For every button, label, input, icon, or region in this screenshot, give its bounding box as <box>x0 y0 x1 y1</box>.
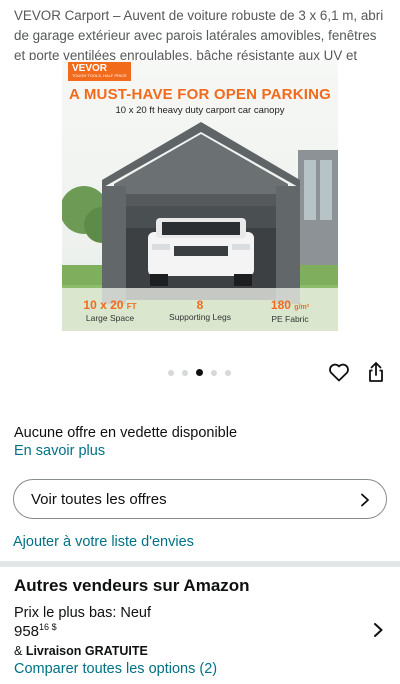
spec-size: 10 x 20 FT Large Space <box>83 298 137 324</box>
no-featured-offer-text: Aucune offre en vedette disponible <box>14 425 238 441</box>
add-to-wishlist-link[interactable]: Ajouter à votre liste d'envies <box>13 534 194 550</box>
share-icon[interactable] <box>364 360 388 384</box>
carousel-indicator <box>168 369 231 376</box>
compare-options-link[interactable]: Comparer toutes les options (2) <box>14 661 217 677</box>
carousel-dot[interactable] <box>211 369 217 376</box>
chevron-right-icon[interactable] <box>372 622 384 638</box>
lowest-price-label: Prix le plus bas: Neuf <box>14 605 152 621</box>
see-all-offers-label: Voir toutes les offres <box>31 491 167 508</box>
lowest-price: 95816 $ <box>14 622 57 640</box>
see-all-offers-button[interactable]: Voir toutes les offres <box>13 479 387 519</box>
brand-logo: VEVOR TOUGH TOOLS, HALF PRICE <box>68 62 131 81</box>
carousel-dot[interactable] <box>168 369 174 376</box>
image-subhead: 10 x 20 ft heavy duty carport car canopy <box>115 105 285 116</box>
learn-more-link[interactable]: En savoir plus <box>14 443 105 459</box>
product-image[interactable]: VEVOR TOUGH TOOLS, HALF PRICE A MUST-HAVE… <box>62 60 338 331</box>
image-headline: A MUST-HAVE FOR OPEN PARKING <box>69 86 331 103</box>
carousel-dot[interactable] <box>225 369 231 376</box>
delivery-info: & Livraison GRATUITE <box>14 644 148 658</box>
spec-fabric: 180 g/m² PE Fabric <box>270 298 310 325</box>
other-sellers-title: Autres vendeurs sur Amazon <box>14 576 250 595</box>
product-title: VEVOR Carport – Auvent de voiture robust… <box>14 8 384 60</box>
section-divider <box>0 561 400 567</box>
carousel-dot[interactable] <box>182 369 188 376</box>
chevron-right-icon <box>361 493 369 507</box>
spec-legs: 8 Supporting Legs <box>169 298 231 323</box>
carousel-dot-active[interactable] <box>196 369 203 376</box>
heart-icon[interactable] <box>327 360 351 384</box>
